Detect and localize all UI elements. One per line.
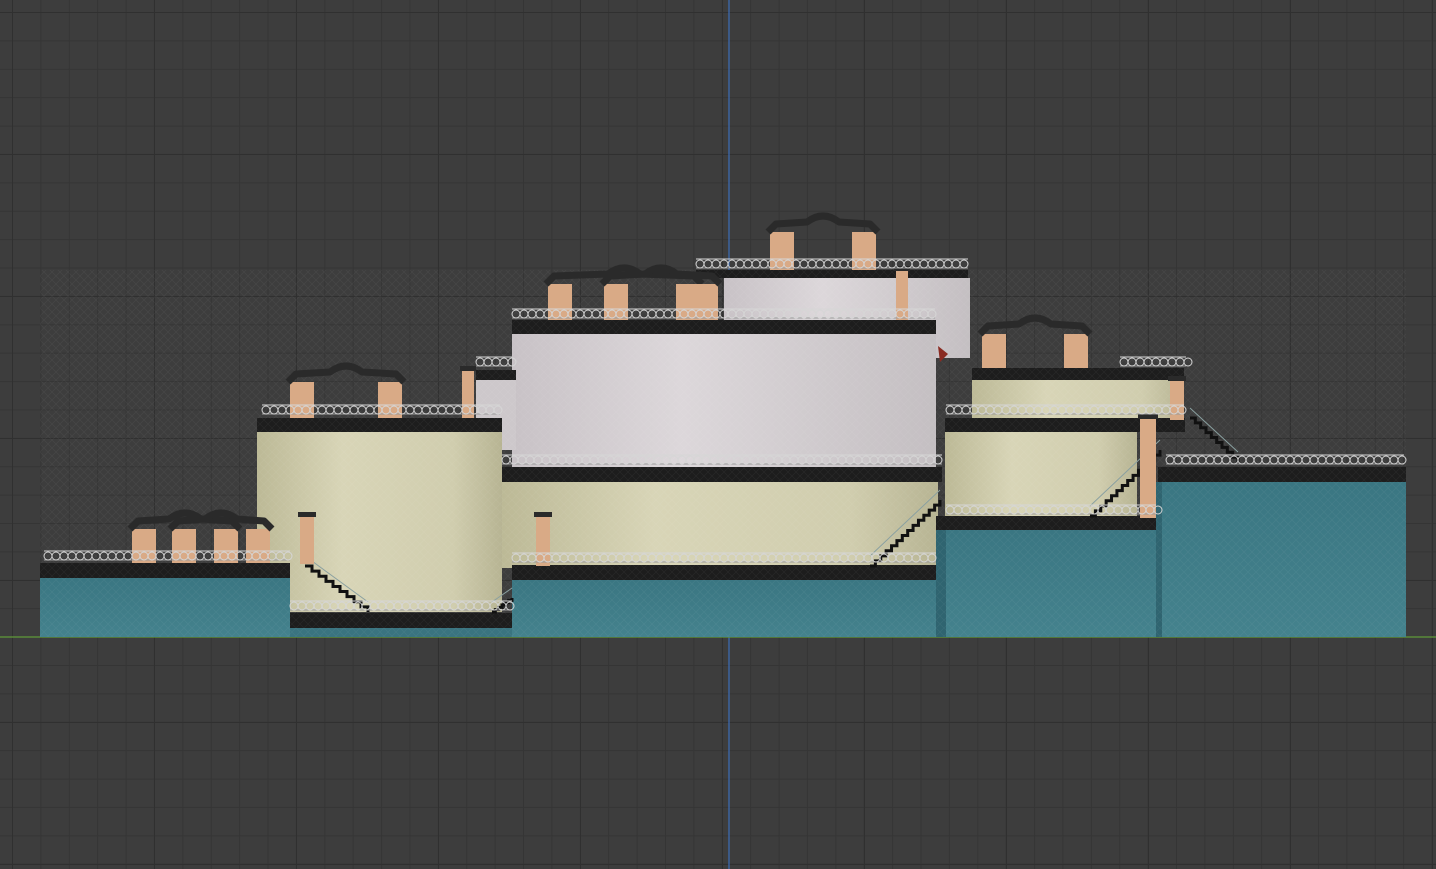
post-cap	[1138, 414, 1158, 419]
razor-coil	[695, 259, 969, 269]
post-cap	[534, 512, 552, 517]
chimney	[214, 529, 238, 563]
post-cap	[298, 512, 316, 517]
post	[1140, 418, 1156, 518]
chimney	[982, 334, 1006, 368]
post	[300, 516, 314, 564]
scene-canvas[interactable]	[0, 0, 1436, 869]
chimney	[694, 284, 718, 320]
texture-overlay	[40, 270, 1406, 637]
3d-viewport[interactable]	[0, 0, 1436, 869]
chimney	[1064, 334, 1088, 368]
post-cap	[460, 366, 476, 371]
chimney-cap	[765, 212, 881, 235]
post	[462, 370, 474, 418]
chimney	[172, 529, 196, 563]
chimney	[246, 529, 270, 563]
chimney	[770, 232, 794, 270]
post	[896, 270, 908, 320]
post	[536, 516, 550, 566]
chimney	[132, 529, 156, 563]
post-cap	[1168, 376, 1186, 381]
building-model[interactable]	[40, 212, 1407, 637]
